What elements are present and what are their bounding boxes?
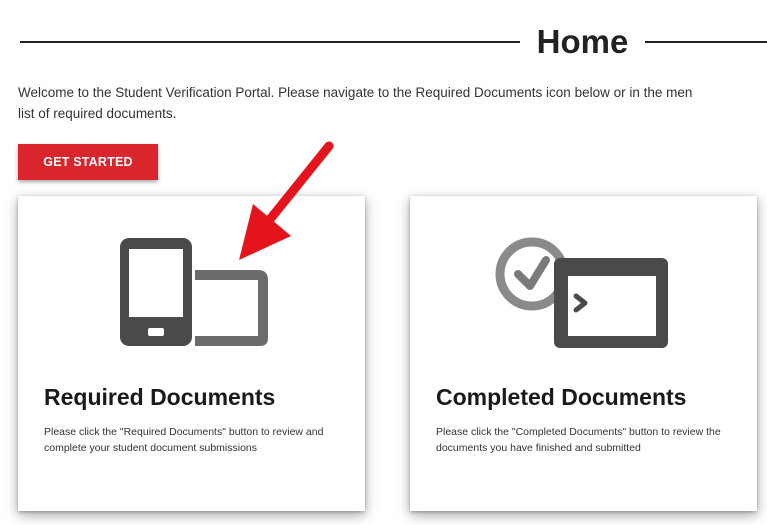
welcome-line-1: Welcome to the Student Verification Port… [18, 85, 693, 100]
welcome-line-2: list of required documents. [18, 106, 177, 121]
clock-window-icon [495, 237, 668, 348]
page-header: Home [0, 20, 767, 64]
card-title: Required Documents [44, 384, 276, 410]
get-started-button[interactable]: GET STARTED [18, 144, 158, 180]
header-divider-right [645, 41, 767, 43]
required-documents-card[interactable]: Required Documents Please click the "Req… [18, 196, 365, 511]
welcome-text: Welcome to the Student Verification Port… [18, 82, 767, 124]
completed-documents-card[interactable]: Completed Documents Please click the "Co… [410, 196, 757, 511]
page-title: Home [536, 23, 629, 60]
devices-icon [120, 238, 268, 346]
card-description: Please click the "Required Documents" bu… [44, 426, 324, 454]
header-divider-left [20, 41, 520, 43]
card-description: Please click the "Completed Documents" b… [436, 426, 721, 454]
card-title: Completed Documents [436, 384, 687, 410]
